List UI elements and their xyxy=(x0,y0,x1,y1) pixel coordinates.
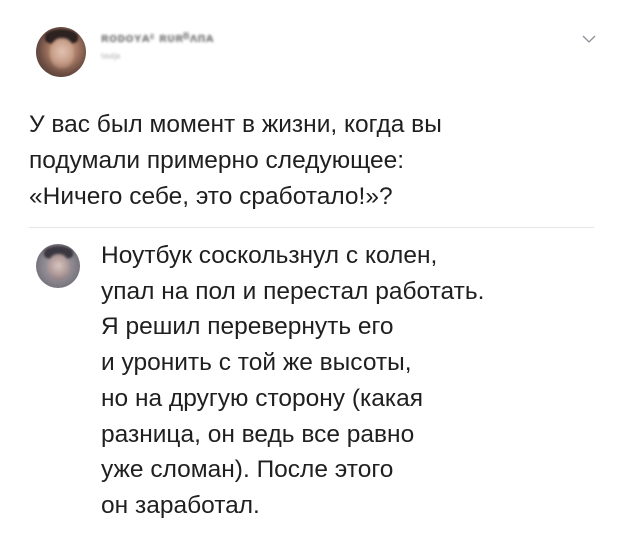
reply-text-line: но на другую сторону (какая xyxy=(101,384,424,412)
post-text-line: подумали примерно следующее: xyxy=(29,147,405,174)
post-text-line: «Ничего себе, это сработало!»? xyxy=(29,183,393,210)
reply-text-line: уже сломан). После этого xyxy=(101,456,394,484)
avatar-face xyxy=(48,253,70,281)
reply-avatar[interactable] xyxy=(36,244,80,288)
avatar-face xyxy=(50,38,74,68)
post-text: У вас был момент в жизни, когда вы подум… xyxy=(29,107,589,215)
reply-text-line: и уронить с той же высоты, xyxy=(101,349,412,377)
author-handle[interactable]: ᵗᵊᵘᵗʲᵃ xyxy=(101,52,120,64)
reply-text-line: он заработал. xyxy=(101,491,260,519)
reply-text-line: Я решил перевернуть его xyxy=(101,313,394,341)
tweet-card: ʀᴏᴅᴏʏᴀᵋ ʀᴜʀᴮᴧᴨᴀ ᵗᵊᵘᵗʲᵃ У вас был момент … xyxy=(0,0,620,542)
author-avatar[interactable] xyxy=(36,27,86,77)
author-name[interactable]: ʀᴏᴅᴏʏᴀᵋ ʀᴜʀᴮᴧᴨᴀ xyxy=(101,30,214,45)
reply-text: Ноутбук соскользнул с колен, упал на пол… xyxy=(101,238,601,524)
reply-text-line: Ноутбук соскользнул с колен, xyxy=(101,242,438,269)
post-text-line: У вас был момент в жизни, когда вы xyxy=(29,111,442,138)
chevron-down-icon[interactable] xyxy=(582,32,596,46)
divider xyxy=(29,227,594,228)
reply-text-line: разница, он ведь все равно xyxy=(101,420,415,448)
reply-text-line: упал на пол и перестал работать. xyxy=(101,277,485,305)
